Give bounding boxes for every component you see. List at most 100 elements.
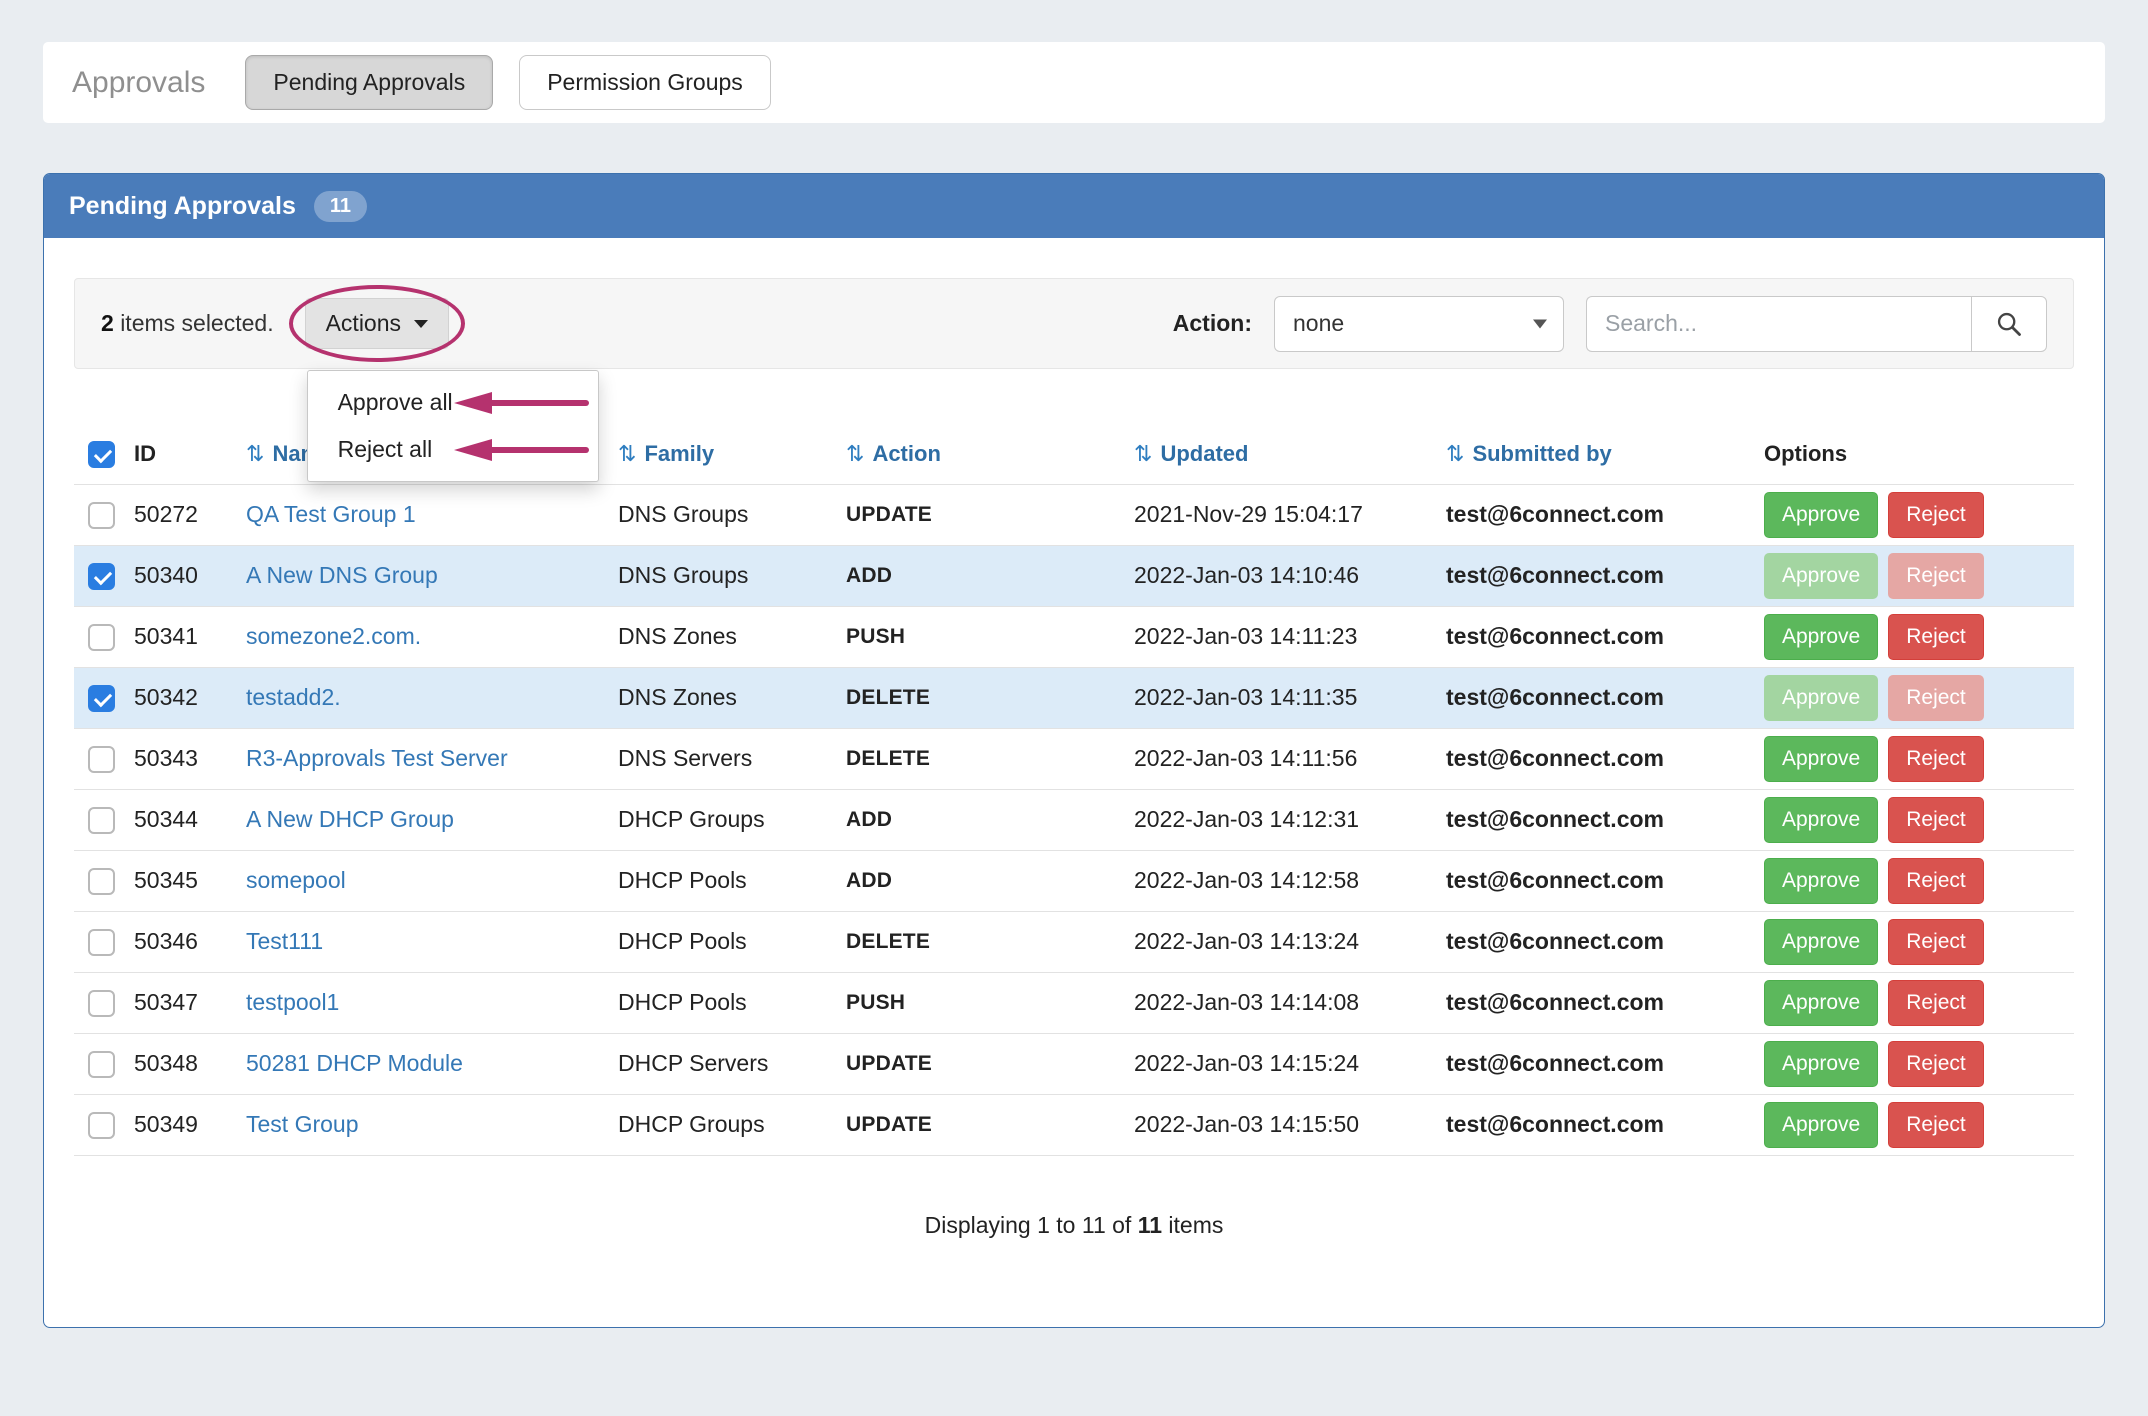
sort-icon: ⇅ bbox=[618, 442, 636, 467]
reject-button[interactable]: Reject bbox=[1888, 1041, 1984, 1087]
approve-button: Approve bbox=[1764, 553, 1878, 599]
row-name-link[interactable]: A New DHCP Group bbox=[246, 806, 454, 832]
row-checkbox[interactable] bbox=[88, 1051, 115, 1078]
approve-button[interactable]: Approve bbox=[1764, 797, 1878, 843]
cell-submitted-by: test@6connect.com bbox=[1446, 1033, 1744, 1094]
reject-button[interactable]: Reject bbox=[1888, 492, 1984, 538]
cell-updated: 2022-Jan-03 14:12:58 bbox=[1134, 850, 1446, 911]
row-checkbox[interactable] bbox=[88, 1112, 115, 1139]
pagination-summary: Displaying 1 to 11 of 11 items bbox=[74, 1212, 2074, 1239]
row-name-link[interactable]: 50281 DHCP Module bbox=[246, 1050, 463, 1076]
row-checkbox[interactable] bbox=[88, 685, 115, 712]
cell-id: 50272 bbox=[134, 484, 246, 545]
sort-icon: ⇅ bbox=[246, 442, 264, 467]
approve-button[interactable]: Approve bbox=[1764, 980, 1878, 1026]
approve-button[interactable]: Approve bbox=[1764, 614, 1878, 660]
select-all-cell bbox=[74, 424, 134, 484]
cell-name: Test111 bbox=[246, 911, 618, 972]
search-icon bbox=[1995, 310, 2023, 338]
cell-id: 50342 bbox=[134, 667, 246, 728]
approval-row-50343: 50343R3-Approvals Test ServerDNS Servers… bbox=[74, 728, 2074, 789]
row-checkbox[interactable] bbox=[88, 807, 115, 834]
row-name-link[interactable]: Test111 bbox=[246, 928, 323, 954]
approve-button[interactable]: Approve bbox=[1764, 736, 1878, 782]
row-name-link[interactable]: QA Test Group 1 bbox=[246, 501, 416, 527]
reject-button[interactable]: Reject bbox=[1888, 1102, 1984, 1148]
select-all-checkbox[interactable] bbox=[88, 441, 115, 468]
approval-row-50349: 50349Test GroupDHCP GroupsUPDATE2022-Jan… bbox=[74, 1094, 2074, 1155]
actions-dropdown-button[interactable]: Actions bbox=[305, 298, 449, 349]
search-input[interactable] bbox=[1586, 296, 1971, 352]
reject-button[interactable]: Reject bbox=[1888, 919, 1984, 965]
chevron-down-icon bbox=[414, 320, 428, 328]
row-name-link[interactable]: somezone2.com. bbox=[246, 623, 421, 649]
chevron-down-icon bbox=[1533, 319, 1547, 328]
search-group bbox=[1586, 296, 2047, 352]
tab-pending-approvals[interactable]: Pending Approvals bbox=[245, 55, 493, 110]
row-checkbox[interactable] bbox=[88, 746, 115, 773]
pagination-suffix: items bbox=[1168, 1212, 1223, 1238]
column-header-submitted-by[interactable]: ⇅Submitted by bbox=[1446, 424, 1744, 484]
approve-button[interactable]: Approve bbox=[1764, 1102, 1878, 1148]
cell-family: DNS Groups bbox=[618, 545, 846, 606]
cell-name: 50281 DHCP Module bbox=[246, 1033, 618, 1094]
approval-row-50348: 5034850281 DHCP ModuleDHCP ServersUPDATE… bbox=[74, 1033, 2074, 1094]
row-name-link[interactable]: testadd2. bbox=[246, 684, 341, 710]
reject-button[interactable]: Reject bbox=[1888, 614, 1984, 660]
row-checkbox[interactable] bbox=[88, 624, 115, 651]
actions-dropdown: Actions Approve allReject all bbox=[305, 298, 449, 349]
approval-row-50347: 50347testpool1DHCP PoolsPUSH2022-Jan-03 … bbox=[74, 972, 2074, 1033]
cell-family: DNS Zones bbox=[618, 667, 846, 728]
row-name-link[interactable]: Test Group bbox=[246, 1111, 359, 1137]
cell-id: 50344 bbox=[134, 789, 246, 850]
cell-family: DHCP Groups bbox=[618, 1094, 846, 1155]
cell-family: DNS Servers bbox=[618, 728, 846, 789]
pagination-prefix: Displaying 1 to 11 of bbox=[925, 1212, 1132, 1238]
cell-family: DHCP Groups bbox=[618, 789, 846, 850]
approve-button[interactable]: Approve bbox=[1764, 1041, 1878, 1087]
cell-updated: 2022-Jan-03 14:15:24 bbox=[1134, 1033, 1446, 1094]
row-name-link[interactable]: A New DNS Group bbox=[246, 562, 438, 588]
approve-button[interactable]: Approve bbox=[1764, 919, 1878, 965]
reject-button[interactable]: Reject bbox=[1888, 858, 1984, 904]
approve-button[interactable]: Approve bbox=[1764, 492, 1878, 538]
reject-button[interactable]: Reject bbox=[1888, 980, 1984, 1026]
cell-submitted-by: test@6connect.com bbox=[1446, 728, 1744, 789]
row-name-link[interactable]: R3-Approvals Test Server bbox=[246, 745, 508, 771]
cell-submitted-by: test@6connect.com bbox=[1446, 1094, 1744, 1155]
approve-button[interactable]: Approve bbox=[1764, 858, 1878, 904]
menu-item-reject-all[interactable]: Reject all bbox=[308, 426, 598, 473]
approval-row-50341: 50341somezone2.com.DNS ZonesPUSH2022-Jan… bbox=[74, 606, 2074, 667]
column-header-action[interactable]: ⇅Action bbox=[846, 424, 1134, 484]
column-header-updated[interactable]: ⇅Updated bbox=[1134, 424, 1446, 484]
row-checkbox[interactable] bbox=[88, 929, 115, 956]
cell-updated: 2022-Jan-03 14:12:31 bbox=[1134, 789, 1446, 850]
row-name-link[interactable]: somepool bbox=[246, 867, 346, 893]
top-bar: Approvals Pending ApprovalsPermission Gr… bbox=[43, 42, 2105, 123]
tab-permission-groups[interactable]: Permission Groups bbox=[519, 55, 771, 110]
cell-options: ApproveReject bbox=[1744, 972, 2074, 1033]
cell-name: R3-Approvals Test Server bbox=[246, 728, 618, 789]
row-name-link[interactable]: testpool1 bbox=[246, 989, 339, 1015]
cell-name: somepool bbox=[246, 850, 618, 911]
search-button[interactable] bbox=[1971, 296, 2047, 352]
cell-action: UPDATE bbox=[846, 1033, 1134, 1094]
menu-item-label: Reject all bbox=[338, 436, 433, 462]
cell-action: DELETE bbox=[846, 728, 1134, 789]
cell-action: PUSH bbox=[846, 972, 1134, 1033]
cell-action: DELETE bbox=[846, 911, 1134, 972]
reject-button: Reject bbox=[1888, 675, 1984, 721]
reject-button[interactable]: Reject bbox=[1888, 736, 1984, 782]
row-checkbox[interactable] bbox=[88, 990, 115, 1017]
row-checkbox[interactable] bbox=[88, 868, 115, 895]
action-select[interactable]: none bbox=[1274, 296, 1564, 352]
column-header-family[interactable]: ⇅Family bbox=[618, 424, 846, 484]
row-checkbox[interactable] bbox=[88, 502, 115, 529]
reject-button[interactable]: Reject bbox=[1888, 797, 1984, 843]
panel-title: Pending Approvals bbox=[69, 192, 296, 221]
cell-submitted-by: test@6connect.com bbox=[1446, 667, 1744, 728]
menu-item-approve-all[interactable]: Approve all bbox=[308, 379, 598, 426]
approvals-table-body: 50272QA Test Group 1DNS GroupsUPDATE2021… bbox=[74, 484, 2074, 1155]
row-checkbox[interactable] bbox=[88, 563, 115, 590]
pending-approvals-panel: Pending Approvals 11 2 items selected. A… bbox=[43, 173, 2105, 1328]
